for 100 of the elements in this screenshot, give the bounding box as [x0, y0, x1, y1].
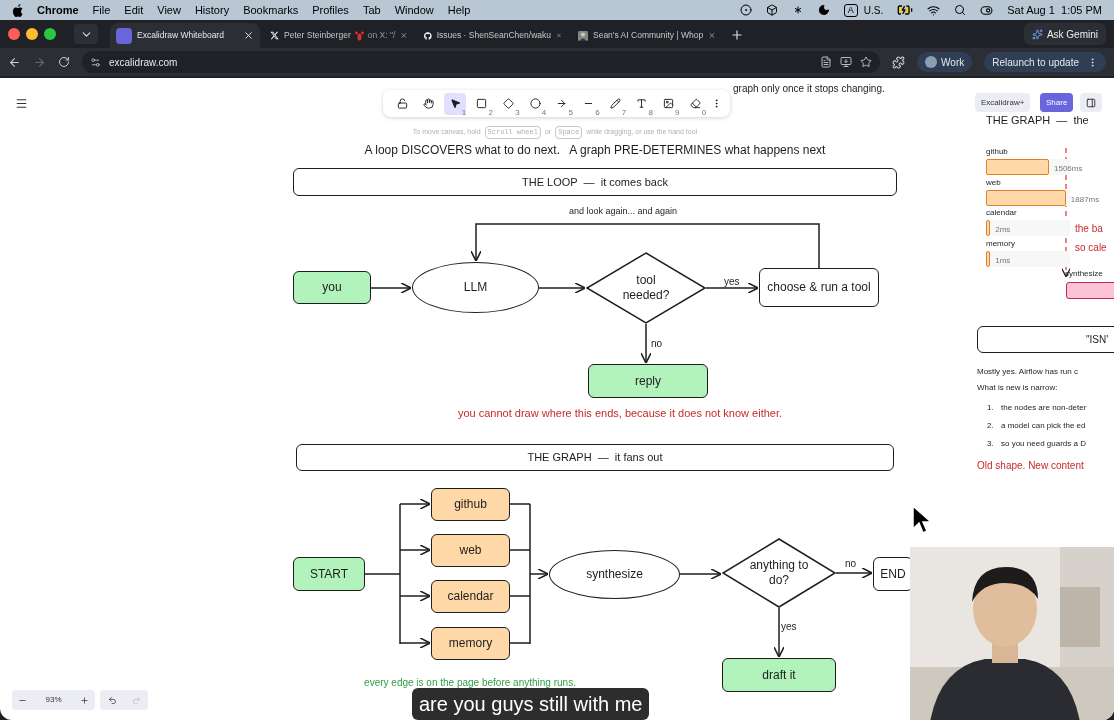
text-icon: [636, 98, 648, 109]
flowchart-node: reply: [588, 364, 708, 398]
hand-icon: [423, 98, 435, 109]
battery-icon[interactable]: [897, 2, 914, 18]
lobster-icon: [354, 30, 364, 41]
bar-reading: 1ms: [995, 254, 1011, 267]
ellipse-node: LLM: [412, 262, 539, 313]
tool-button[interactable]: 3: [497, 92, 520, 115]
mouse-cursor-icon: [912, 505, 932, 535]
whiteboard-canvas[interactable]: [0, 78, 1114, 720]
panel-heading: THE GRAPH — the: [986, 113, 1089, 128]
tool-button[interactable]: 6: [577, 92, 600, 115]
moon-icon[interactable]: [817, 4, 830, 16]
canvas-heading: A loop DISCOVERS what to do next. A graph PRE-DETERMINES what happens next: [363, 142, 827, 159]
excalidraw-favicon-icon: [116, 27, 132, 44]
section-title-box: THE LOOP — it comes back: [293, 168, 897, 196]
flowchart-node: you: [293, 271, 371, 304]
flowchart-node: END: [873, 557, 913, 591]
eraser-icon: [689, 98, 701, 109]
search-icon[interactable]: [954, 4, 967, 16]
section-title-box: THE GRAPH — it fans out: [296, 444, 894, 471]
bar-reading: 2ms: [995, 224, 1011, 236]
loop-label: and look again... and again: [567, 205, 679, 218]
document-icon[interactable]: [820, 56, 833, 68]
share-button[interactable]: Share: [1040, 93, 1074, 112]
cube-icon[interactable]: [765, 4, 778, 16]
tool-button[interactable]: 0: [684, 92, 707, 115]
tab-search-button[interactable]: [74, 24, 98, 44]
tool-button[interactable]: 9: [657, 92, 680, 115]
close-window-button[interactable]: [8, 28, 20, 40]
close-tab-icon[interactable]: [243, 30, 254, 41]
menu-item[interactable]: History: [194, 1, 230, 19]
tool-button[interactable]: 8: [630, 92, 653, 115]
excalidraw-plus-button[interactable]: Excalidraw+: [975, 93, 1031, 112]
flowchart-node: calendar: [431, 580, 510, 613]
input-region: U.S.: [863, 3, 884, 18]
tool-button[interactable]: 2: [470, 92, 493, 115]
forward-icon[interactable]: [33, 55, 46, 69]
menu-item[interactable]: Tab: [362, 1, 381, 19]
tool-button[interactable]: 5: [550, 92, 573, 115]
input-source-badge[interactable]: A: [843, 3, 858, 17]
site-settings-icon[interactable]: [90, 56, 101, 68]
arrow: [835, 566, 873, 580]
back-icon[interactable]: [8, 55, 21, 69]
menu-app-name[interactable]: Chrome: [37, 1, 79, 19]
edge-label: yes: [724, 275, 740, 289]
zoom-in-icon[interactable]: [80, 695, 89, 705]
menu-item[interactable]: Help: [447, 1, 471, 19]
sidebar-icon: [1086, 97, 1096, 108]
tool-button[interactable]: 4: [524, 92, 547, 115]
relaunch-button[interactable]: Relaunch to update: [984, 52, 1106, 72]
tool-button[interactable]: 7: [604, 92, 627, 115]
undo-icon[interactable]: [107, 695, 117, 705]
arrow: [399, 497, 431, 511]
apple-logo-icon: [12, 3, 23, 17]
new-tab-icon[interactable]: [730, 28, 744, 42]
square-icon: [476, 98, 488, 109]
browser-tab[interactable]: Issues · ShenSeanChen/waku: [418, 23, 568, 48]
profile-button[interactable]: Work: [917, 52, 973, 72]
flowchart-node: draft it: [722, 658, 836, 692]
menu-item[interactable]: Window: [394, 1, 434, 19]
menu-item[interactable]: Bookmarks: [243, 1, 299, 19]
address-field[interactable]: excalidraw.com: [82, 51, 881, 73]
extensions-icon[interactable]: [892, 55, 906, 69]
bar-reading: 1887ms: [1070, 193, 1100, 206]
arrow: [679, 567, 722, 581]
wifi-icon[interactable]: [927, 3, 941, 17]
list-item-text: the nodes are non-deter: [1001, 402, 1087, 414]
browser-tab[interactable]: Excalidraw Whiteboard: [110, 23, 260, 48]
ask-gemini-button[interactable]: Ask Gemini: [1023, 23, 1106, 45]
browser-tab[interactable]: Peter Steinberger on X: "/: [264, 23, 414, 48]
clock: Sat Aug 1 1:05 PM: [1007, 2, 1102, 18]
tool-button[interactable]: 1: [444, 92, 467, 115]
pencil-icon: [609, 98, 621, 109]
menu-item[interactable]: View: [157, 1, 181, 19]
menu-item[interactable]: Edit: [124, 1, 144, 19]
browser-tab[interactable]: Sean's AI Community | Whop: [572, 23, 722, 48]
menu-item[interactable]: Profiles: [312, 1, 349, 19]
control-center-icon[interactable]: [980, 3, 994, 17]
panel-text: What is new is narrow:: [977, 382, 1058, 394]
annotation-text: you cannot draw where this ends, because it does not know either.: [456, 406, 784, 421]
arrow: [370, 281, 412, 295]
zoom-level[interactable]: 93%: [45, 694, 62, 706]
arrow: [529, 567, 549, 581]
list-number: 2.: [987, 420, 994, 432]
record-icon[interactable]: [739, 4, 752, 16]
list-item-text: so you need guards a D: [1001, 438, 1086, 450]
tab-title: on X: "/: [367, 29, 396, 42]
arrow: [399, 589, 431, 603]
zoom-window-button[interactable]: [44, 28, 56, 40]
install-app-icon[interactable]: [840, 56, 853, 68]
ellipse-node: synthesize: [549, 550, 680, 599]
bookmark-star-icon[interactable]: [860, 56, 873, 68]
list-number: 1.: [987, 402, 994, 414]
menu-item[interactable]: File: [92, 1, 111, 19]
minimize-window-button[interactable]: [26, 28, 38, 40]
reload-icon[interactable]: [58, 56, 70, 68]
sidebar-toggle-button[interactable]: [1080, 93, 1102, 112]
bar-label: calendar: [986, 207, 1017, 219]
flowchart-node: START: [293, 557, 365, 591]
